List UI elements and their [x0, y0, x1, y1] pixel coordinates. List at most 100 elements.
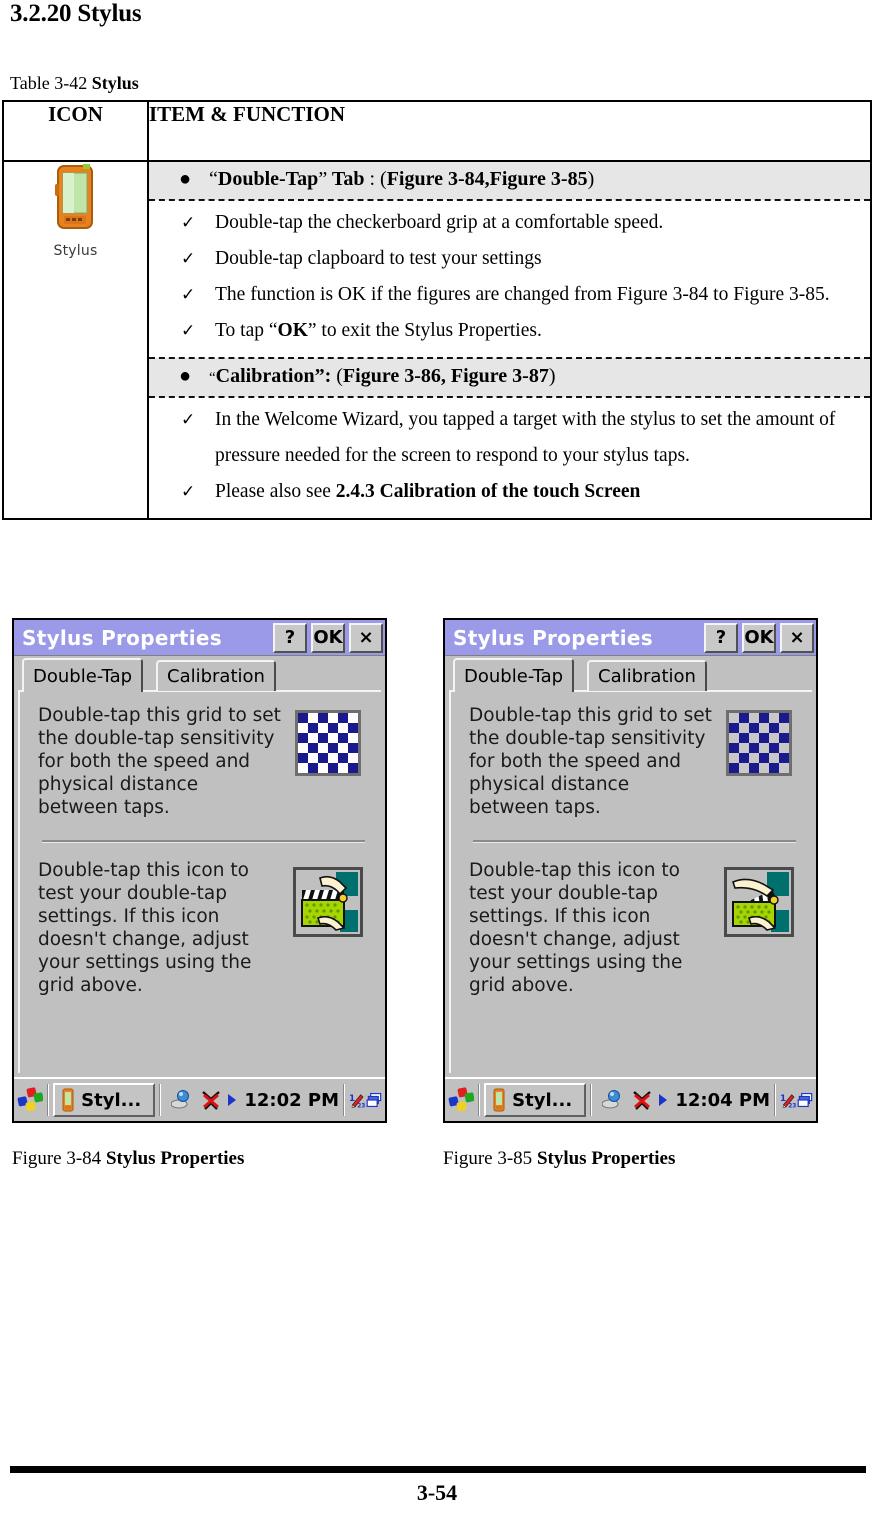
- table-header-row: ICON ITEM & FUNCTION: [2, 100, 872, 162]
- device-screenshot-3-85: Stylus Properties ? OK × Double-Tap Cali…: [443, 618, 818, 1123]
- tab-calibration[interactable]: Calibration: [156, 660, 276, 691]
- checkerboard-grid[interactable]: [295, 710, 361, 776]
- taskbar-divider: [590, 1084, 593, 1116]
- bullet-row-calibration: ● “Calibration”: (Figure 3-86, Figure 3-8…: [149, 358, 870, 398]
- figure-caption-3-84: Figure 3-84 Stylus Properties: [12, 1148, 244, 1170]
- taskbar-divider: [47, 1084, 50, 1116]
- stylus-spec-table: ICON ITEM & FUNCTION Stylus ● “Double-Ta…: [2, 100, 872, 520]
- system-tray: 12:02 PM: [165, 1089, 339, 1111]
- windows-ce-start-icon: [17, 1087, 43, 1112]
- close-button[interactable]: ×: [349, 622, 383, 653]
- tab-calibration[interactable]: Calibration: [587, 660, 707, 691]
- figure-caption-bold: Stylus Properties: [105, 1148, 245, 1169]
- icon-block: Double-tap this icon to test your double…: [469, 859, 802, 997]
- system-tray: 12:04 PM: [596, 1089, 770, 1111]
- check-icon: ✓: [181, 249, 196, 269]
- double-tap-panel: Double-tap this grid to set the double-t…: [449, 690, 812, 1073]
- window-titlebar: Stylus Properties ? OK ×: [14, 620, 385, 656]
- checkerboard-grid[interactable]: [726, 710, 792, 776]
- icon-cell: Stylus: [2, 160, 149, 520]
- page-title: 3.2.20 Stylus: [10, 0, 142, 27]
- device-screenshot-3-84: Stylus Properties ? OK × Double-Tap Cali…: [12, 618, 387, 1123]
- taskbar-clock[interactable]: 12:02 PM: [244, 1090, 339, 1111]
- play-arrow-icon[interactable]: [227, 1093, 237, 1107]
- taskbar-clock[interactable]: 12:04 PM: [675, 1090, 770, 1111]
- bullet-ref-a: Figure 3-84,: [386, 168, 490, 190]
- bullet-separator: (: [331, 365, 343, 387]
- table-caption-prefix: Table 3-42: [10, 73, 92, 93]
- list-item-text: Double-tap clapboard to test your settin…: [215, 248, 542, 269]
- start-button[interactable]: [448, 1083, 474, 1117]
- ok-button[interactable]: OK: [742, 622, 776, 653]
- figure-caption-prefix: Figure 3-85: [443, 1148, 537, 1169]
- play-arrow-icon[interactable]: [658, 1093, 668, 1107]
- bullet-line-calibration: ● “Calibration”: (Figure 3-86, Figure 3-8…: [153, 365, 866, 388]
- help-button[interactable]: ?: [273, 622, 307, 653]
- list-item: ✓ The function is OK if the figures are c…: [153, 277, 856, 313]
- close-button[interactable]: ×: [780, 622, 814, 653]
- table-caption-bold: Stylus: [91, 73, 139, 93]
- network-icon[interactable]: [171, 1089, 195, 1111]
- task-button-stylus[interactable]: Styl...: [484, 1083, 587, 1117]
- check-icon: ✓: [181, 213, 196, 233]
- figure-caption-3-85: Figure 3-85 Stylus Properties: [443, 1148, 675, 1170]
- bullet-after-title: Tab: [327, 168, 365, 190]
- quote-close: ”: [318, 168, 328, 190]
- list-item-text: To tap “OK” to exit the Stylus Propertie…: [215, 320, 542, 341]
- network-icon[interactable]: [602, 1089, 626, 1111]
- task-button-label: Styl...: [512, 1089, 573, 1111]
- window-titlebar: Stylus Properties ? OK ×: [445, 620, 816, 656]
- item-function-cell: ● “Double-Tap” Tab : (Figure 3-84,Figure …: [147, 160, 872, 520]
- table-body-row: Stylus ● “Double-Tap” Tab : (Figure 3-84,…: [2, 160, 872, 520]
- divider: [473, 840, 796, 843]
- ok-button[interactable]: OK: [311, 622, 345, 653]
- tab-double-tap[interactable]: Double-Tap: [453, 658, 575, 692]
- desktop-icon[interactable]: [366, 1087, 382, 1113]
- screenshot-figures: Stylus Properties ? OK × Double-Tap Cali…: [0, 618, 874, 1128]
- list-item-text: Please also see 2.4.3 Calibration of the…: [215, 481, 641, 502]
- taskbar: Styl...: [14, 1077, 385, 1121]
- window-title: Stylus Properties: [22, 625, 222, 650]
- icon-instruction-text: Double-tap this icon to test your double…: [38, 860, 252, 996]
- page-number: 3-54: [416, 1480, 458, 1505]
- bullet-ref-a: Figure 3-86,: [342, 365, 451, 387]
- check-list-double-tap: ✓ Double-tap the checkerboard grip at a c…: [153, 205, 862, 349]
- input-panel-icon[interactable]: 1 23: [349, 1086, 365, 1114]
- taskbar-divider: [478, 1084, 481, 1116]
- clapboard-closed-svg: [296, 870, 360, 934]
- stylus-pda-icon: [62, 1088, 74, 1112]
- check-icon: ✓: [181, 482, 196, 502]
- bullet-tail: ): [548, 365, 556, 387]
- task-button-stylus[interactable]: Styl...: [53, 1083, 156, 1117]
- header-icon: ICON: [2, 100, 149, 162]
- icon-block: Double-tap this icon to test your double…: [38, 859, 371, 997]
- clapboard-icon[interactable]: [724, 867, 794, 937]
- taskbar-divider: [159, 1084, 162, 1116]
- task-button-label: Styl...: [81, 1089, 142, 1111]
- start-button[interactable]: [17, 1083, 43, 1117]
- divider: [42, 840, 365, 843]
- svg-text:23: 23: [788, 1104, 796, 1110]
- help-button[interactable]: ?: [704, 622, 738, 653]
- list-item: ✓ In the Welcome Wizard, you tapped a tar…: [153, 402, 856, 474]
- table-caption: Table 3-42 Stylus: [10, 73, 139, 94]
- check-icon: ✓: [181, 285, 196, 305]
- desktop-icon[interactable]: [797, 1087, 813, 1113]
- quote-close: ”:: [314, 365, 332, 387]
- bullet-ref-b: Figure 3-87: [450, 365, 549, 387]
- antenna-disconnected-icon[interactable]: [631, 1089, 653, 1111]
- tab-strip: Double-Tap Calibration: [445, 656, 816, 692]
- antenna-disconnected-icon[interactable]: [200, 1089, 222, 1111]
- clapboard-icon[interactable]: [293, 867, 363, 937]
- taskbar: Styl...: [445, 1077, 816, 1121]
- bullet-dot-icon: ●: [179, 168, 192, 190]
- input-panel-icon[interactable]: 1 23: [780, 1086, 796, 1114]
- detail-row-calibration: ✓ In the Welcome Wizard, you tapped a tar…: [149, 397, 870, 518]
- clapboard-open-svg: [727, 870, 791, 934]
- svg-text:23: 23: [357, 1104, 365, 1110]
- tab-double-tap[interactable]: Double-Tap: [22, 658, 144, 692]
- list-item-text: The function is OK if the figures are ch…: [215, 284, 830, 305]
- grid-instruction-text: Double-tap this grid to set the double-t…: [469, 705, 712, 818]
- bullet-separator: : (: [364, 168, 387, 190]
- window-title: Stylus Properties: [453, 625, 653, 650]
